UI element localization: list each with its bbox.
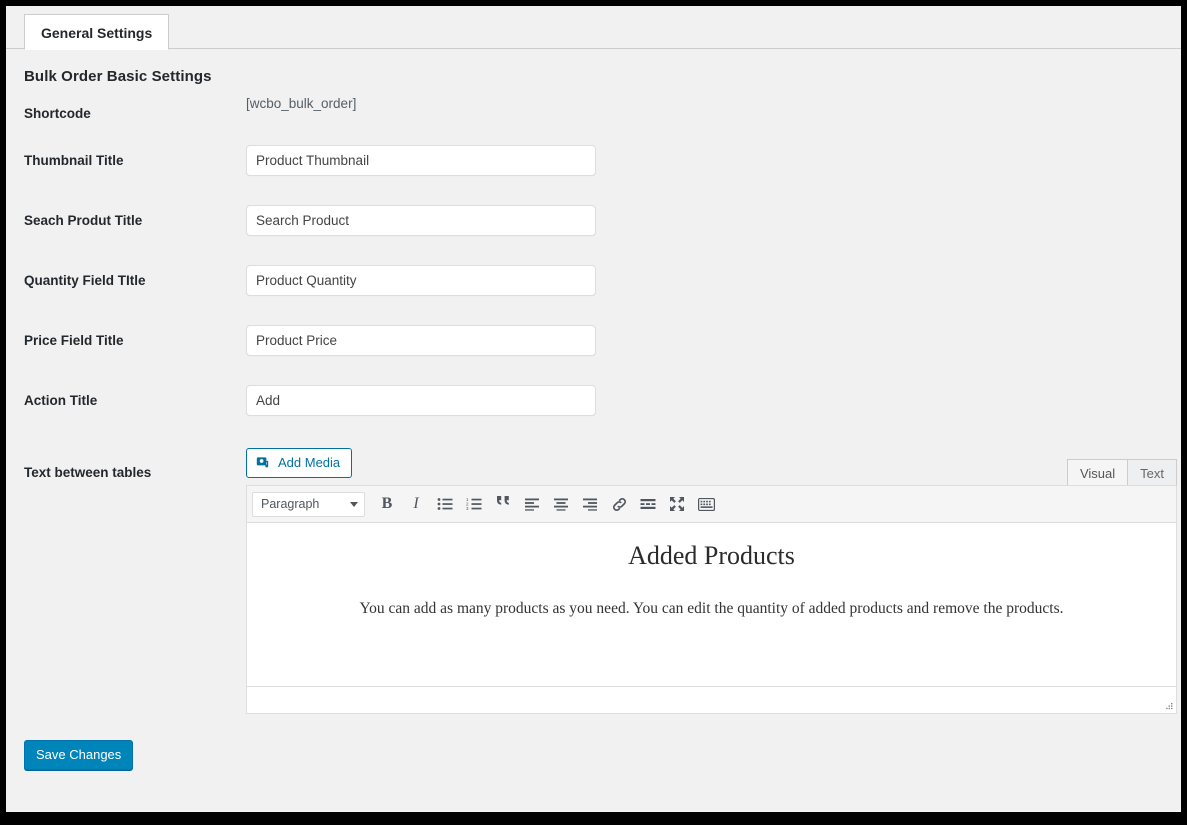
label-shortcode: Shortcode bbox=[24, 106, 91, 121]
editor-content-area[interactable]: Added Products You can add as many produ… bbox=[247, 523, 1176, 686]
toolbar-toggle-icon[interactable] bbox=[693, 491, 719, 517]
wp-editor: Add Media Visual Text Paragraph B I 1 2 … bbox=[246, 445, 1177, 714]
row-text-between-tables: Text between tables Add Media Visual Tex… bbox=[6, 445, 1181, 714]
editor-toolbar: Paragraph B I 1 2 3 bbox=[247, 486, 1176, 523]
label-price-field-title: Price Field Title bbox=[24, 333, 124, 348]
label-text-between-tables: Text between tables bbox=[24, 465, 152, 480]
resize-handle-icon[interactable] bbox=[1162, 699, 1174, 711]
editor-heading: Added Products bbox=[628, 541, 795, 570]
search-product-title-input[interactable] bbox=[246, 205, 596, 236]
editor-view-tabs: Visual Text bbox=[1066, 459, 1177, 485]
blockquote-icon[interactable] bbox=[490, 491, 516, 517]
tab-text[interactable]: Text bbox=[1127, 459, 1177, 485]
add-media-label: Add Media bbox=[278, 455, 341, 470]
row-search-product-title: Seach Produt Title bbox=[6, 205, 1181, 265]
align-right-icon[interactable] bbox=[577, 491, 603, 517]
quantity-field-title-input[interactable] bbox=[246, 265, 596, 296]
row-action-title: Action Title bbox=[6, 385, 1181, 445]
row-thumbnail-title: Thumbnail Title bbox=[6, 145, 1181, 205]
editor-status-bar bbox=[247, 686, 1176, 713]
link-icon[interactable] bbox=[606, 491, 632, 517]
settings-form: Shortcode [wcbo_bulk_order] Thumbnail Ti… bbox=[6, 95, 1181, 714]
format-select-value: Paragraph bbox=[261, 497, 320, 511]
label-search-product-title: Seach Produt Title bbox=[24, 213, 143, 228]
row-quantity-field-title: Quantity Field TItle bbox=[6, 265, 1181, 325]
label-action-title: Action Title bbox=[24, 393, 98, 408]
tab-visual[interactable]: Visual bbox=[1066, 459, 1129, 485]
chevron-down-icon bbox=[350, 501, 358, 507]
price-field-title-input[interactable] bbox=[246, 325, 596, 356]
bold-icon[interactable]: B bbox=[374, 491, 400, 517]
settings-page: General Settings Bulk Order Basic Settin… bbox=[6, 6, 1181, 812]
editor-top-bar: Add Media Visual Text bbox=[246, 445, 1177, 485]
svg-text:3: 3 bbox=[466, 506, 469, 511]
italic-icon[interactable]: I bbox=[403, 491, 429, 517]
action-title-input[interactable] bbox=[246, 385, 596, 416]
bullet-list-icon[interactable] bbox=[432, 491, 458, 517]
label-quantity-field-title: Quantity Field TItle bbox=[24, 273, 146, 288]
format-select[interactable]: Paragraph bbox=[252, 491, 365, 517]
page-title: Bulk Order Basic Settings bbox=[24, 68, 212, 85]
align-left-icon[interactable] bbox=[519, 491, 545, 517]
media-icon bbox=[256, 455, 272, 471]
add-media-button[interactable]: Add Media bbox=[246, 448, 353, 478]
row-price-field-title: Price Field Title bbox=[6, 325, 1181, 385]
tab-general-settings[interactable]: General Settings bbox=[24, 14, 170, 50]
form-actions: Save Changes bbox=[6, 714, 1181, 770]
read-more-icon[interactable] bbox=[635, 491, 661, 517]
fullscreen-icon[interactable] bbox=[664, 491, 690, 517]
numbered-list-icon[interactable]: 1 2 3 bbox=[461, 491, 487, 517]
editor-panel: Paragraph B I 1 2 3 Added Products You c… bbox=[246, 485, 1177, 714]
label-thumbnail-title: Thumbnail Title bbox=[24, 153, 124, 168]
editor-paragraph: You can add as many products as you need… bbox=[359, 600, 1064, 617]
thumbnail-title-input[interactable] bbox=[246, 145, 596, 176]
row-shortcode: Shortcode [wcbo_bulk_order] bbox=[6, 95, 1181, 145]
tab-bar: General Settings bbox=[6, 6, 1181, 50]
align-center-icon[interactable] bbox=[548, 491, 574, 517]
save-changes-button[interactable]: Save Changes bbox=[24, 740, 134, 770]
shortcode-value: [wcbo_bulk_order] bbox=[246, 96, 357, 111]
